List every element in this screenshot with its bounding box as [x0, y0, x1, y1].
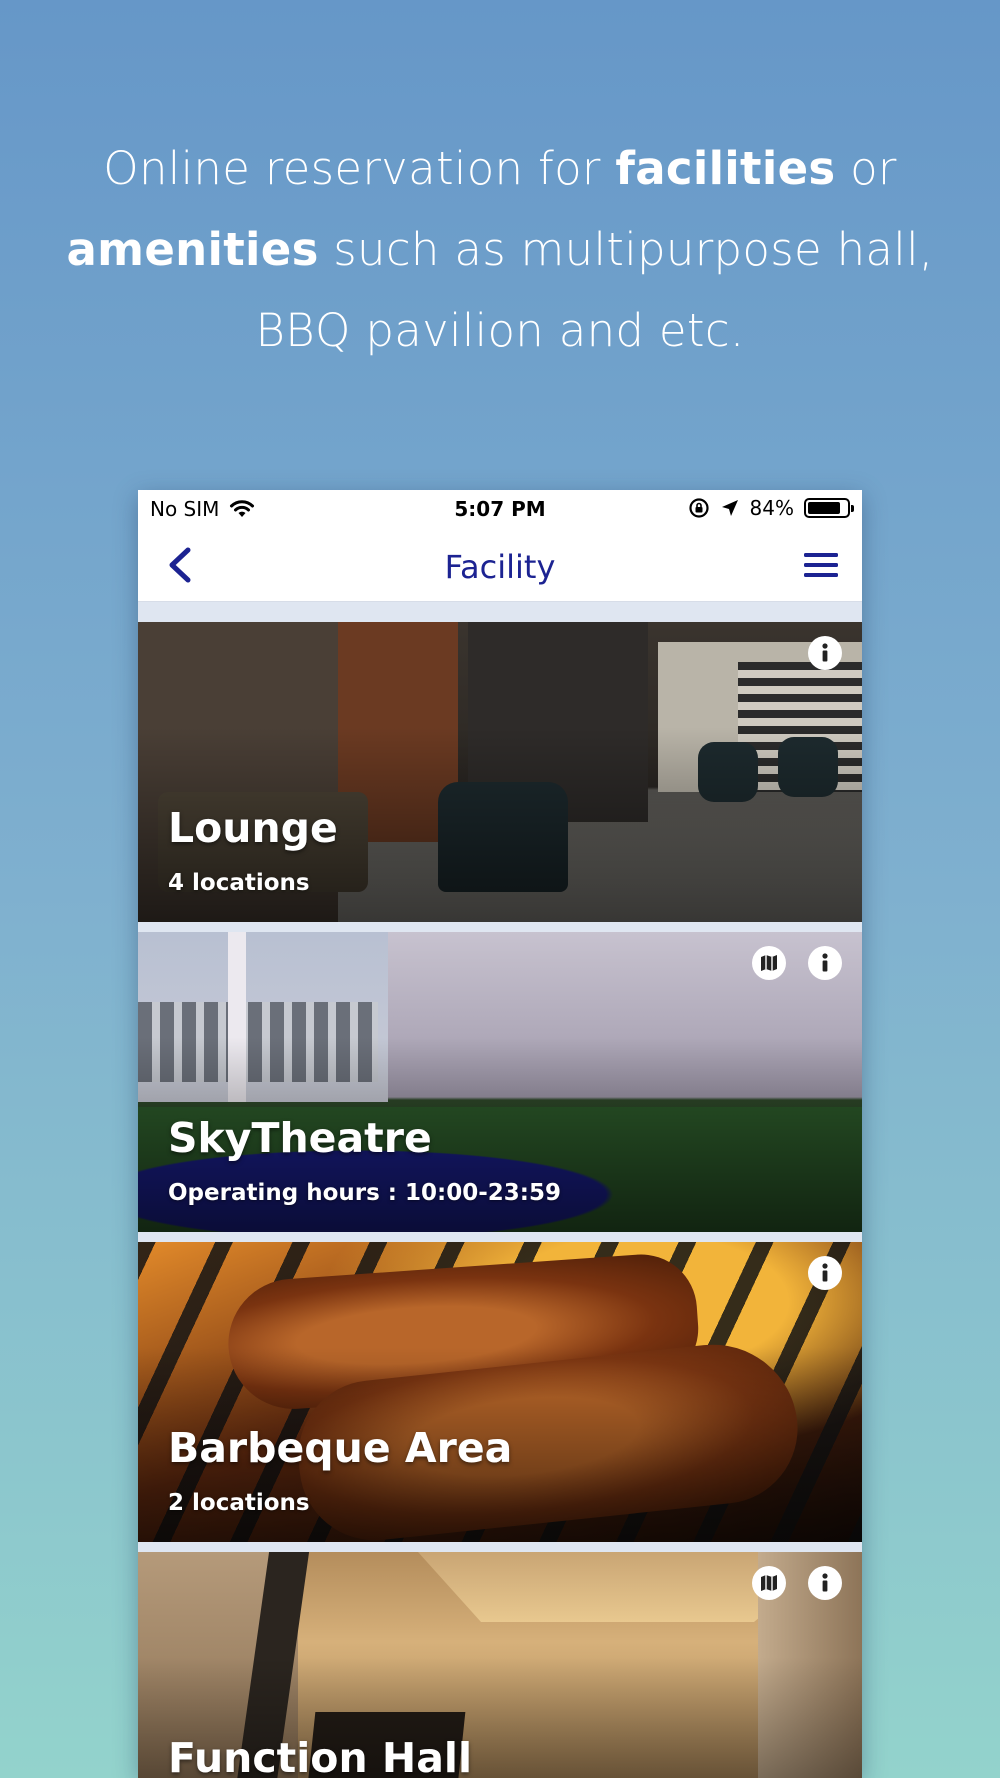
battery-percent: 84% — [749, 496, 794, 520]
headline-line-3: BBQ pavilion and etc. — [255, 304, 745, 357]
facility-name: Lounge — [168, 804, 338, 852]
navigation-bar: Facility — [138, 528, 862, 602]
map-icon[interactable] — [752, 946, 786, 980]
info-icon[interactable] — [808, 946, 842, 980]
promo-headline: Online reservation for facilities or ame… — [40, 128, 960, 371]
facility-card-function-hall[interactable]: Function Hall — [138, 1552, 862, 1778]
info-icon[interactable] — [808, 1256, 842, 1290]
phone-screen: No SIM 5:07 PM 84% Facility Lounge 4 loc… — [138, 490, 862, 1778]
map-icon[interactable] — [752, 1566, 786, 1600]
facility-card-lounge[interactable]: Lounge 4 locations — [138, 622, 862, 922]
hamburger-menu-icon[interactable] — [802, 548, 840, 582]
page-title: Facility — [444, 548, 556, 586]
facility-name: Function Hall — [168, 1734, 473, 1778]
headline-line-2: amenities such as multipurpose hall, — [66, 223, 934, 276]
facility-card-skytheatre[interactable]: SkyTheatre Operating hours : 10:00-23:59 — [138, 932, 862, 1232]
location-arrow-icon — [721, 500, 738, 516]
facility-name: Barbeque Area — [168, 1424, 513, 1472]
facility-card-barbeque-area[interactable]: Barbeque Area 2 locations — [138, 1242, 862, 1542]
battery-icon — [804, 498, 854, 518]
info-icon[interactable] — [808, 1566, 842, 1600]
facility-subtitle: 2 locations — [168, 1490, 310, 1516]
info-icon[interactable] — [808, 636, 842, 670]
status-bar: No SIM 5:07 PM 84% — [138, 490, 862, 528]
facility-subtitle: 4 locations — [168, 870, 310, 896]
orientation-lock-icon — [688, 498, 709, 518]
facility-subtitle: Operating hours : 10:00-23:59 — [168, 1180, 561, 1206]
facility-name: SkyTheatre — [168, 1114, 432, 1162]
headline-line-1: Online reservation for facilities or — [103, 142, 897, 195]
